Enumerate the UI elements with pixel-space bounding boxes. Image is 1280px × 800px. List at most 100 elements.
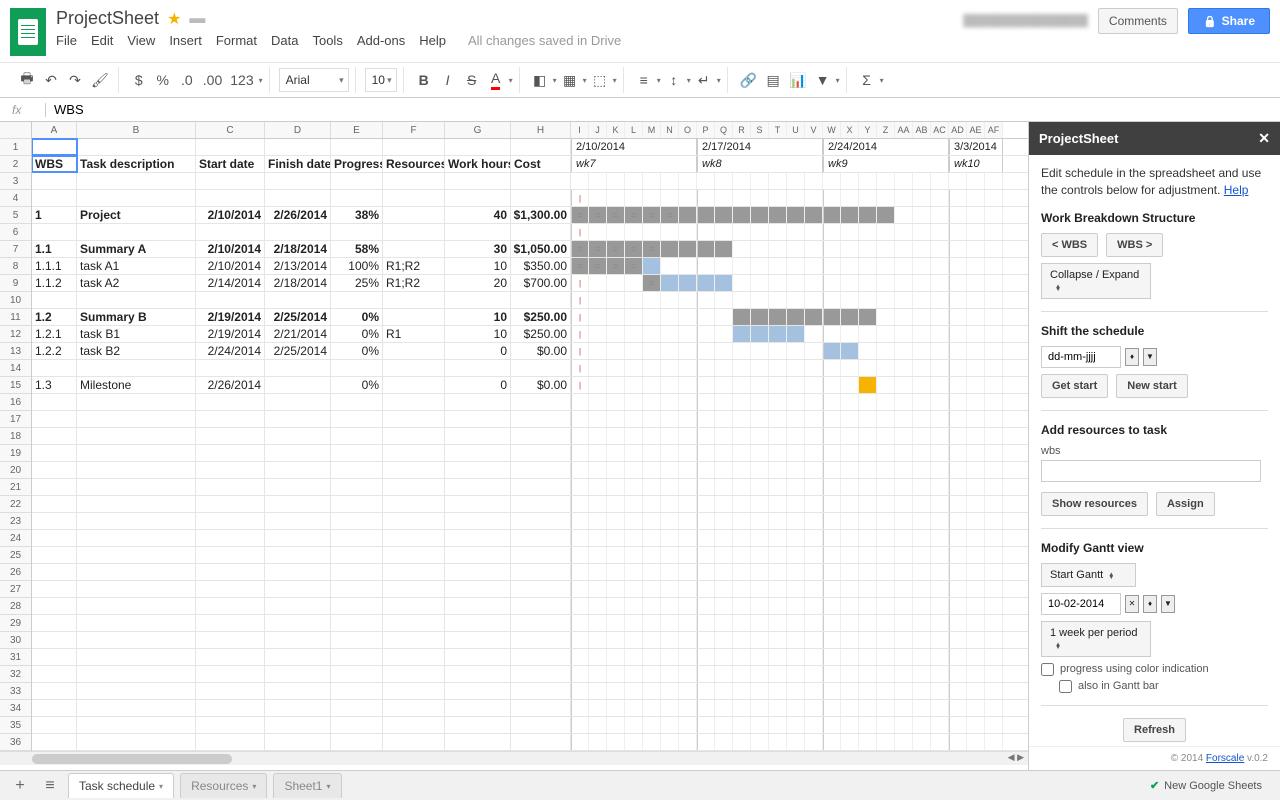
column-header[interactable]: Y — [859, 122, 877, 138]
cell[interactable]: Summary A — [77, 241, 196, 257]
decrease-decimal-icon[interactable]: .0 — [176, 68, 198, 92]
cell[interactable]: 2/18/2014 — [265, 275, 331, 291]
cell[interactable]: 2/18/2014 — [265, 241, 331, 257]
cell[interactable]: 30 — [445, 241, 511, 257]
cell[interactable] — [331, 428, 383, 444]
cell[interactable] — [265, 445, 331, 461]
cell[interactable] — [32, 581, 77, 597]
cell[interactable] — [196, 479, 265, 495]
cell[interactable] — [77, 224, 196, 240]
tab-task-schedule[interactable]: Task schedule ▾ — [68, 773, 174, 798]
column-header[interactable]: F — [383, 122, 445, 138]
insert-chart-icon[interactable]: 📊 — [786, 68, 809, 92]
gantt-week-date[interactable]: 2/10/2014 — [571, 139, 697, 155]
cell[interactable] — [265, 649, 331, 665]
cell[interactable] — [77, 445, 196, 461]
cell[interactable]: 10 — [445, 258, 511, 274]
cell[interactable] — [265, 513, 331, 529]
cell[interactable] — [383, 190, 445, 206]
cell[interactable] — [32, 615, 77, 631]
cell[interactable] — [32, 547, 77, 563]
row-header[interactable]: 32 — [0, 666, 31, 683]
cell[interactable] — [77, 581, 196, 597]
column-header[interactable]: V — [805, 122, 823, 138]
cell[interactable] — [32, 190, 77, 206]
cell[interactable] — [331, 224, 383, 240]
cell[interactable] — [511, 224, 571, 240]
cell[interactable] — [383, 445, 445, 461]
cell[interactable] — [196, 717, 265, 733]
cell[interactable]: 25% — [331, 275, 383, 291]
cell[interactable] — [196, 190, 265, 206]
cell[interactable] — [331, 445, 383, 461]
cell[interactable]: 0 — [445, 343, 511, 359]
gantt-week-label[interactable]: wk8 — [697, 156, 823, 172]
increase-decimal-icon[interactable]: .00 — [200, 68, 225, 92]
cell[interactable] — [32, 513, 77, 529]
cell[interactable]: R1 — [383, 326, 445, 342]
cell[interactable] — [445, 360, 511, 376]
cell[interactable] — [383, 615, 445, 631]
cell[interactable] — [77, 649, 196, 665]
formula-input[interactable] — [46, 99, 1280, 120]
cell[interactable] — [331, 717, 383, 733]
row-header[interactable]: 3 — [0, 173, 31, 190]
cell[interactable] — [445, 700, 511, 716]
cell[interactable] — [77, 666, 196, 682]
cell[interactable] — [196, 649, 265, 665]
cell[interactable] — [331, 581, 383, 597]
cell[interactable]: 0% — [331, 377, 383, 393]
cell[interactable] — [383, 632, 445, 648]
cell[interactable] — [331, 496, 383, 512]
cell[interactable] — [32, 717, 77, 733]
menu-file[interactable]: File — [56, 33, 77, 48]
gantt-week-label[interactable]: wk9 — [823, 156, 949, 172]
cell[interactable] — [196, 496, 265, 512]
cell[interactable] — [77, 632, 196, 648]
font-selector[interactable]: Arial — [279, 68, 349, 92]
cell[interactable]: 0% — [331, 343, 383, 359]
row-header[interactable]: 30 — [0, 632, 31, 649]
cell[interactable] — [265, 598, 331, 614]
row-header[interactable]: 20 — [0, 462, 31, 479]
row-header[interactable]: 23 — [0, 513, 31, 530]
cell[interactable]: $250.00 — [511, 309, 571, 325]
cell[interactable]: $1,050.00 — [511, 241, 571, 257]
cell[interactable]: 1.1 — [32, 241, 77, 257]
cell[interactable]: 2/10/2014 — [196, 258, 265, 274]
filter-icon[interactable]: ▼ — [812, 68, 834, 92]
star-icon[interactable]: ★ — [167, 9, 181, 29]
cell[interactable]: 38% — [331, 207, 383, 223]
cell[interactable] — [32, 666, 77, 682]
cell[interactable] — [383, 224, 445, 240]
cell[interactable] — [77, 292, 196, 308]
row-header[interactable]: 2 — [0, 156, 31, 173]
paint-format-icon[interactable]: 🖌 — [88, 68, 112, 92]
cell[interactable] — [331, 615, 383, 631]
refresh-button[interactable]: Refresh — [1123, 718, 1186, 742]
cell[interactable] — [196, 530, 265, 546]
cell[interactable] — [77, 513, 196, 529]
collapse-expand-select[interactable]: Collapse / Expand — [1041, 263, 1151, 299]
cell[interactable] — [511, 717, 571, 733]
cell[interactable]: Project — [77, 207, 196, 223]
row-header[interactable]: 15 — [0, 377, 31, 394]
cell[interactable] — [265, 683, 331, 699]
row-header[interactable]: 16 — [0, 394, 31, 411]
cell[interactable] — [77, 530, 196, 546]
gantt-week-date[interactable]: 2/24/2014 — [823, 139, 949, 155]
percent-icon[interactable]: % — [152, 68, 174, 92]
cell[interactable] — [265, 292, 331, 308]
header-cell[interactable]: Cost — [511, 156, 571, 172]
cell[interactable] — [511, 479, 571, 495]
cell[interactable] — [196, 292, 265, 308]
cell[interactable] — [331, 394, 383, 410]
gantt-week-date[interactable]: 3/3/2014 — [949, 139, 1003, 155]
cell[interactable]: $1,300.00 — [511, 207, 571, 223]
cell[interactable] — [196, 547, 265, 563]
cell[interactable] — [511, 530, 571, 546]
column-header[interactable]: D — [265, 122, 331, 138]
cell[interactable]: 10 — [445, 309, 511, 325]
cell[interactable] — [32, 479, 77, 495]
cell[interactable]: R1;R2 — [383, 275, 445, 291]
